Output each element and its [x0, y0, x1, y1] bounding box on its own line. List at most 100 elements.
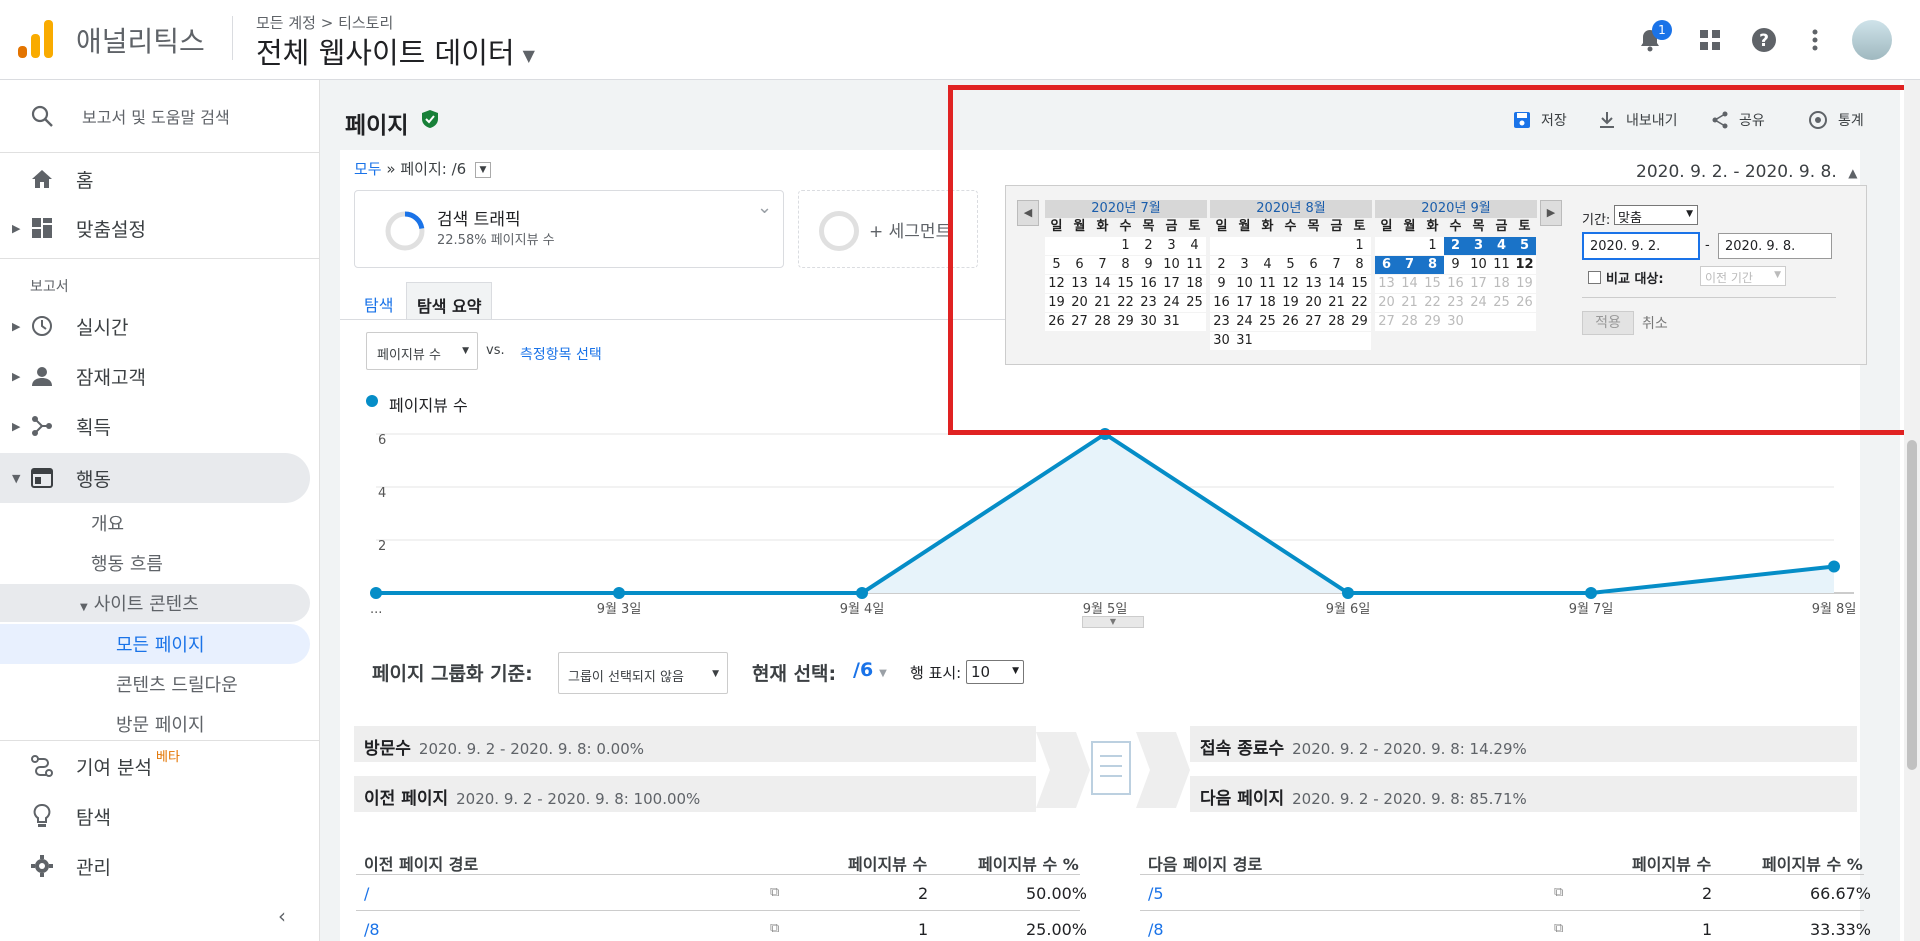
sidebar: 보고서 및 도움말 검색 홈 ▶ 맞춤설정 보고서 ▶ 실시간 ▶ 잠재고객 ▶… [0, 80, 320, 941]
x-tick-label: 9월 4일 [840, 602, 885, 617]
sidebar-item-realtime[interactable]: ▶ 실시간 [0, 302, 310, 350]
caret-down-icon: ▼ [1012, 666, 1019, 676]
caret-down-icon: ▼ [462, 346, 469, 356]
current-selection-label: 현재 선택: [752, 663, 837, 685]
y-tick-label: 2 [378, 539, 386, 554]
sidebar-item-acquisition[interactable]: ▶ 획득 [0, 402, 310, 450]
acquisition-icon [28, 412, 56, 440]
chart-collapse-handle[interactable]: ▼ [1082, 616, 1144, 628]
help-icon[interactable]: ? [1746, 22, 1782, 58]
analytics-logo-icon[interactable] [18, 20, 54, 60]
entrances-box: 방문수 2020. 9. 2 - 2020. 9. 8: 0.00% [354, 726, 1036, 762]
beta-badge: 베타 [156, 750, 180, 765]
current-selection-value[interactable]: /6 ▼ [853, 659, 887, 681]
sidebar-item-content-drilldown[interactable]: 콘텐츠 드릴다운 [116, 671, 238, 697]
x-tick-label: 9월 5일 [1083, 602, 1128, 617]
sidebar-item-label: 행동 [76, 468, 111, 491]
expand-arrow-icon: ▶ [12, 369, 21, 383]
rows-label: 행 표시: [910, 664, 962, 682]
exits-box: 접속 종료수 2020. 9. 2 - 2020. 9. 8: 14.29% [1190, 726, 1857, 762]
sidebar-item-admin[interactable]: 관리 [0, 842, 310, 890]
page-grouping-value: 그룹이 선택되지 않음 [568, 670, 684, 685]
top-bar: 애널리틱스 모든 계정 > 티스토리 전체 웹사이트 데이터 ▼ 1 ? [0, 0, 1920, 80]
sidebar-item-behavior[interactable]: ▼ 행동 [0, 454, 310, 502]
expand-arrow-icon: ▶ [12, 419, 21, 433]
sidebar-item-label: 맞춤설정 [76, 218, 146, 241]
next-path-link[interactable]: /5 [1148, 884, 1164, 903]
sidebar-item-landing-pages[interactable]: 방문 페이지 [116, 711, 205, 737]
metric-select[interactable]: 페이지뷰 수 ▼ [366, 332, 478, 370]
next-path-link[interactable]: /8 [1148, 920, 1164, 939]
next-page-box: 다음 페이지 2020. 9. 2 - 2020. 9. 8: 85.71% [1190, 776, 1857, 812]
sidebar-item-label: 홈 [76, 169, 94, 192]
page-flow-document-icon [1036, 732, 1190, 808]
prev-path-link[interactable]: / [364, 884, 369, 903]
sidebar-item-overview[interactable]: 개요 [91, 510, 124, 536]
scope-breadcrumb: 모두 » 페이지: /6 ▼ [354, 158, 491, 179]
prev-pageviews-cell: 1 [918, 920, 929, 939]
table-divider [1140, 874, 1864, 875]
prev-col-path[interactable]: 이전 페이지 경로 [364, 851, 478, 875]
select-metric-link[interactable]: 측정항목 선택 [520, 344, 602, 364]
prev-path-link[interactable]: /8 [364, 920, 380, 939]
prev-col-pageviews[interactable]: 페이지뷰 수 [848, 851, 927, 875]
segment-card-search-traffic[interactable]: 검색 트래픽 22.58% 페이지뷰 수 ⌄ [354, 190, 784, 268]
entrances-stat: 2020. 9. 2 - 2020. 9. 8: 0.00% [418, 740, 645, 758]
sidebar-item-home[interactable]: 홈 [0, 155, 310, 203]
property-selector[interactable]: 전체 웹사이트 데이터 ▼ [256, 30, 535, 72]
tab-navigation-summary[interactable]: 탐색 요약 [406, 282, 493, 320]
sidebar-item-customization[interactable]: ▶ 맞춤설정 [0, 204, 310, 252]
tab-explorer[interactable]: 탐색 [354, 282, 403, 320]
page-grouping-select[interactable]: 그룹이 선택되지 않음 ▼ [558, 652, 728, 694]
pageviews-line-chart: 6 4 2... 9월 3일 9월 4일 9월 5일 9월 6일 9월 7일 9월 8일 [370, 428, 1856, 617]
open-external-icon[interactable]: ⧉ [770, 921, 779, 936]
more-vert-icon[interactable] [1797, 22, 1833, 58]
svg-text:?: ? [1759, 31, 1769, 51]
sidebar-item-label: 탐색 [76, 806, 111, 829]
exits-stat: 2020. 9. 2 - 2020. 9. 8: 14.29% [1292, 740, 1527, 758]
rows-select[interactable]: 10 ▼ [966, 660, 1024, 684]
expand-arrow-icon: ▶ [12, 221, 21, 235]
open-external-icon[interactable]: ⧉ [770, 885, 779, 900]
sidebar-item-behavior-flow[interactable]: 행동 흐름 [91, 550, 163, 576]
sidebar-item-label: 획득 [76, 416, 111, 439]
x-tick-label: 9월 7일 [1569, 602, 1614, 617]
scope-page: 페이지: /6 [400, 160, 467, 178]
current-selection-text: /6 [853, 659, 874, 681]
open-external-icon[interactable]: ⧉ [1554, 921, 1563, 936]
attribution-icon [28, 752, 56, 780]
add-segment-label: + 세그먼트 [869, 222, 952, 242]
scrollbar-thumb[interactable] [1907, 440, 1917, 770]
empty-segment-donut [819, 211, 859, 251]
legend-dot [366, 395, 378, 407]
sidebar-search[interactable]: 보고서 및 도움말 검색 [0, 92, 310, 140]
sidebar-item-label: 기여 분석 [76, 756, 152, 779]
highlight-frame [948, 85, 1910, 435]
prev-col-pageviews-pct[interactable]: 페이지뷰 수 % [978, 851, 1079, 875]
data-point [1585, 587, 1597, 599]
sidebar-item-audience[interactable]: ▶ 잠재고객 [0, 352, 310, 400]
apps-grid-icon[interactable] [1692, 22, 1728, 58]
scope-separator: » [386, 160, 396, 178]
collapse-sidebar-icon[interactable]: ‹ [278, 904, 286, 928]
sidebar-item-discover[interactable]: 탐색 [0, 792, 310, 840]
avatar[interactable] [1852, 20, 1892, 60]
entrances-title: 방문수 [364, 739, 411, 759]
next-col-pageviews-pct[interactable]: 페이지뷰 수 % [1762, 851, 1863, 875]
next-col-pageviews[interactable]: 페이지뷰 수 [1632, 851, 1711, 875]
dashboard-icon [28, 214, 56, 242]
table-divider [1140, 910, 1864, 911]
open-external-icon[interactable]: ⧉ [1554, 885, 1563, 900]
segment-donut [385, 211, 425, 251]
next-col-path[interactable]: 다음 페이지 경로 [1148, 851, 1262, 875]
scope-dropdown-icon[interactable]: ▼ [474, 161, 491, 178]
table-row: /8 [1148, 920, 1164, 939]
clock-icon [28, 312, 56, 340]
sidebar-item-site-content[interactable]: ▼ 사이트 콘텐츠 [80, 590, 199, 616]
expand-arrow-icon: ▶ [12, 319, 21, 333]
sidebar-item-all-pages[interactable]: 모든 페이지 [116, 631, 205, 657]
chevron-down-icon[interactable]: ⌄ [757, 197, 772, 218]
sidebar-item-attribution[interactable]: 기여 분석 베타 [0, 742, 310, 790]
scope-all-link[interactable]: 모두 [354, 160, 382, 178]
table-divider [356, 910, 1080, 911]
